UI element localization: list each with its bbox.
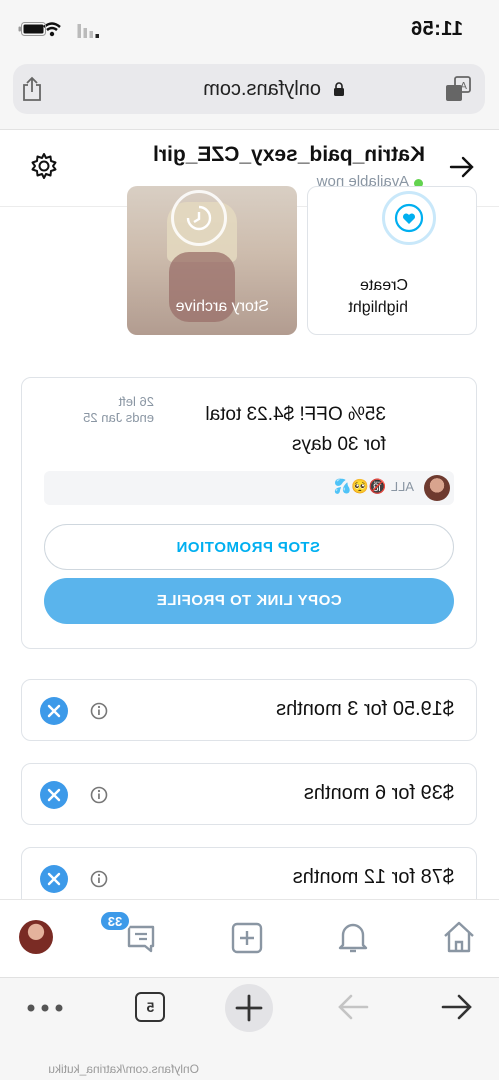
avatar[interactable] — [19, 920, 53, 954]
copy-link-button[interactable]: COPY LINK TO PROFILE — [44, 578, 454, 624]
create-highlight-label: Create highlight — [348, 277, 408, 316]
info-icon[interactable] — [90, 870, 108, 888]
close-icon[interactable] — [40, 697, 68, 725]
audience-emoji: 🔞🥺💦 — [333, 478, 386, 494]
bundle-6-months: $39 for 6 months — [21, 763, 477, 825]
clock: 11:56 — [410, 18, 463, 40]
profile-username: Katrin_paid_sexy_CZE_girl — [153, 143, 425, 166]
promotion-card: 35% OFF! $4.23 total for 30 days 26 left… — [21, 377, 477, 649]
address-bar-area: A onlyfans.com — [0, 62, 499, 130]
bell-icon[interactable] — [335, 920, 371, 954]
close-icon[interactable] — [40, 781, 68, 809]
close-icon[interactable] — [40, 865, 68, 893]
copy-link-label: COPY LINK TO PROFILE — [156, 592, 342, 609]
signal-icon — [77, 24, 99, 38]
battery-icon — [18, 22, 46, 36]
new-tab-button[interactable] — [225, 984, 273, 1032]
heart-icon — [382, 191, 436, 245]
messages-badge-count: 33 — [107, 914, 123, 929]
bottom-navigation: 33 — [0, 899, 499, 977]
message-icon[interactable] — [125, 922, 157, 954]
story-archive-label: Story archive — [175, 298, 269, 315]
share-icon[interactable] — [21, 76, 43, 102]
arrow-right-icon[interactable] — [337, 992, 371, 1022]
stop-promotion-button[interactable]: STOP PROMOTION — [44, 524, 454, 570]
promotion-left: 26 left — [118, 394, 154, 409]
create-highlight-card[interactable]: Create highlight — [307, 186, 477, 335]
promotion-meta: 26 left ends Jan 25 — [83, 394, 154, 426]
bundle-label: $19.50 for 3 months — [276, 698, 454, 720]
story-archive-card[interactable]: Story archive — [127, 186, 297, 335]
audience-label: ALL — [390, 479, 414, 494]
info-icon[interactable] — [90, 702, 108, 720]
avatar — [424, 475, 450, 501]
back-icon[interactable] — [447, 153, 475, 181]
translate-icon[interactable]: A — [445, 76, 471, 102]
info-icon[interactable] — [90, 786, 108, 804]
settings-icon[interactable] — [29, 151, 59, 181]
tabs-count: 5 — [146, 999, 155, 1015]
home-icon[interactable] — [441, 920, 477, 954]
promotion-ends: ends Jan 25 — [83, 410, 154, 425]
lock-icon — [334, 82, 344, 96]
bundle-label: $78 for 12 months — [292, 866, 454, 888]
svg-text:A: A — [460, 81, 467, 92]
screen: 11:56 A onlyfans.com Katrin_paid_sexy_CZ… — [0, 0, 499, 1080]
browser-toolbar: 5 Onlyfans.com/katrina_kutiku — [0, 977, 499, 1080]
plus-icon — [235, 994, 263, 1022]
url-text: onlyfans.com — [203, 78, 321, 100]
stop-promotion-label: STOP PROMOTION — [176, 539, 320, 556]
status-bar: 11:56 — [0, 0, 499, 62]
plus-icon[interactable] — [231, 922, 263, 954]
watermark: Onlyfans.com/katrina_kutiku — [48, 1062, 199, 1076]
archive-icon — [171, 190, 227, 246]
address-bar[interactable]: A onlyfans.com — [13, 64, 485, 114]
arrow-left-icon[interactable] — [439, 992, 473, 1022]
bundle-3-months: $19.50 for 3 months — [21, 679, 477, 741]
promotion-title: 35% OFF! $4.23 total for 30 days — [205, 404, 386, 455]
bundle-label: $39 for 6 months — [303, 782, 454, 804]
promotion-audience: ALL 🔞🥺💦 — [44, 471, 454, 505]
tabs-icon[interactable]: 5 — [135, 992, 165, 1022]
more-icon[interactable] — [27, 1004, 63, 1012]
messages-badge: 33 — [99, 910, 131, 932]
